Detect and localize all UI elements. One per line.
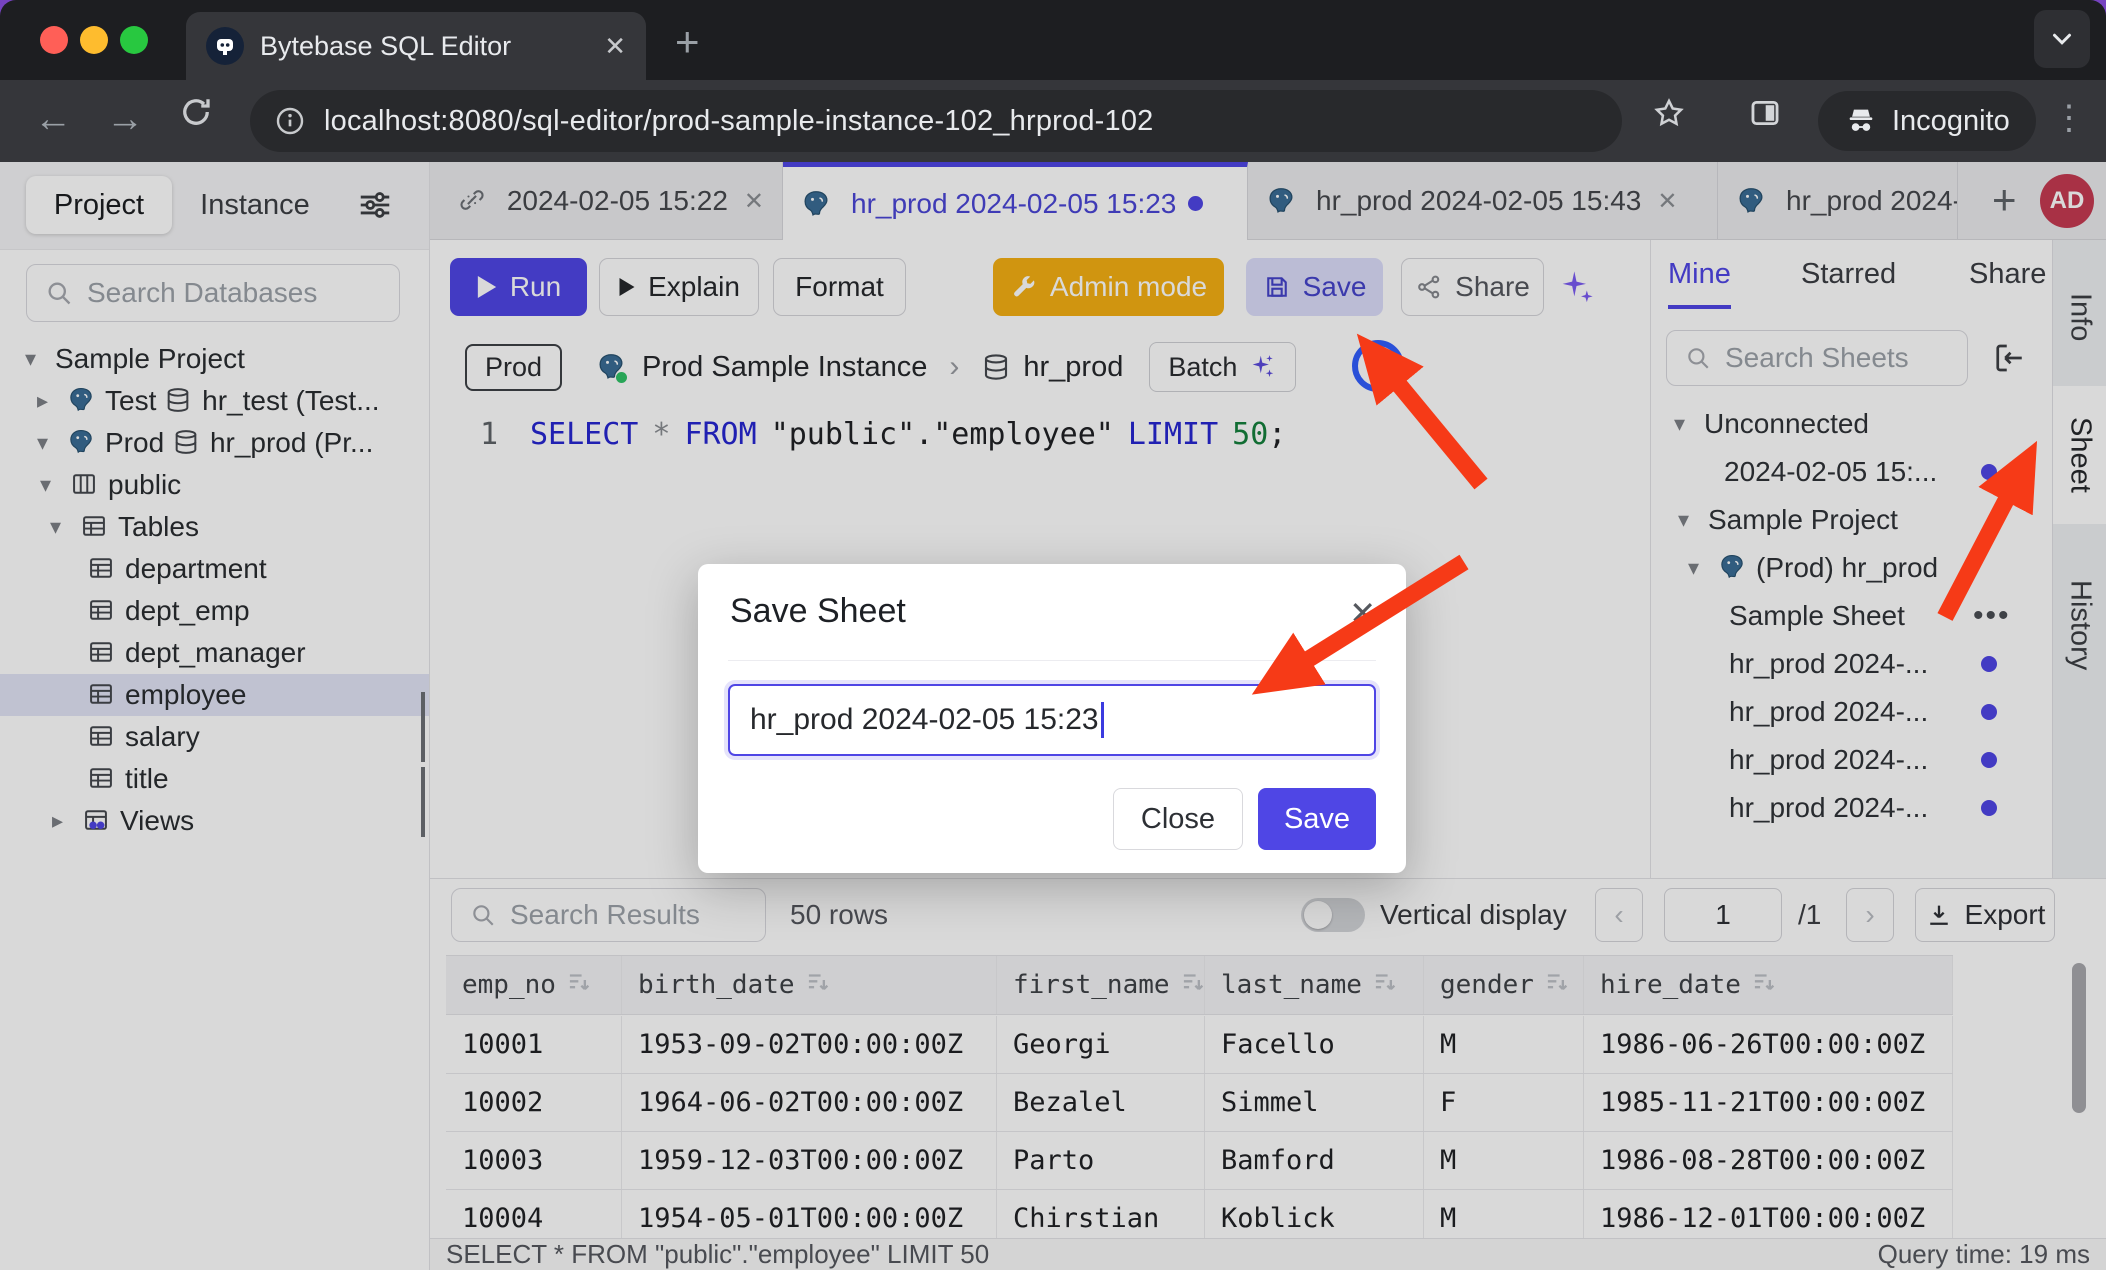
- incognito-spy-icon: [1844, 104, 1878, 138]
- site-info-icon[interactable]: [274, 105, 306, 137]
- window-maximize-button[interactable]: [120, 26, 148, 54]
- text-caret: [1101, 702, 1104, 738]
- bytebase-favicon-icon: [206, 27, 244, 65]
- chevron-down-icon: [2047, 24, 2077, 54]
- window-close-button[interactable]: [40, 26, 68, 54]
- reload-icon[interactable]: [178, 94, 214, 140]
- browser-tab[interactable]: Bytebase SQL Editor ✕: [186, 12, 646, 80]
- back-icon[interactable]: ←: [34, 98, 72, 141]
- side-panel-icon[interactable]: [1748, 96, 1782, 140]
- browser-tab-strip: Bytebase SQL Editor ✕ +: [0, 0, 2106, 80]
- sheet-name-input[interactable]: hr_prod 2024-02-05 15:23: [728, 684, 1376, 756]
- new-tab-button[interactable]: +: [675, 18, 700, 66]
- browser-tab-title: Bytebase SQL Editor: [260, 31, 604, 62]
- bookmark-star-icon[interactable]: [1652, 96, 1686, 140]
- blue-circle-annotation: [1352, 340, 1404, 392]
- browser-window: Bytebase SQL Editor ✕ + ← → localhost:80…: [0, 0, 2106, 1270]
- divider: [728, 660, 1376, 661]
- dialog-save-button[interactable]: Save: [1258, 788, 1376, 850]
- incognito-label: Incognito: [1892, 105, 2010, 138]
- browser-toolbar: ← → localhost:8080/sql-editor/prod-sampl…: [0, 80, 2106, 162]
- window-minimize-button[interactable]: [80, 26, 108, 54]
- url-text: localhost:8080/sql-editor/prod-sample-in…: [324, 105, 1154, 138]
- dialog-title: Save Sheet: [730, 592, 906, 631]
- tab-search-button[interactable]: [2034, 10, 2090, 68]
- save-sheet-dialog: Save Sheet ✕ hr_prod 2024-02-05 15:23 Cl…: [698, 564, 1406, 873]
- browser-menu-icon[interactable]: ⋮: [2052, 98, 2086, 138]
- sql-editor-app: Project Instance Search Databases ▾Sampl…: [0, 162, 2106, 1270]
- sheet-name-value: hr_prod 2024-02-05 15:23: [750, 703, 1099, 737]
- url-bar[interactable]: localhost:8080/sql-editor/prod-sample-in…: [250, 90, 1622, 152]
- forward-icon[interactable]: →: [106, 98, 144, 141]
- dialog-close-icon[interactable]: ✕: [1349, 594, 1376, 632]
- browser-tab-close-icon[interactable]: ✕: [604, 31, 626, 62]
- incognito-badge: Incognito: [1818, 91, 2036, 151]
- dialog-close-button[interactable]: Close: [1113, 788, 1243, 850]
